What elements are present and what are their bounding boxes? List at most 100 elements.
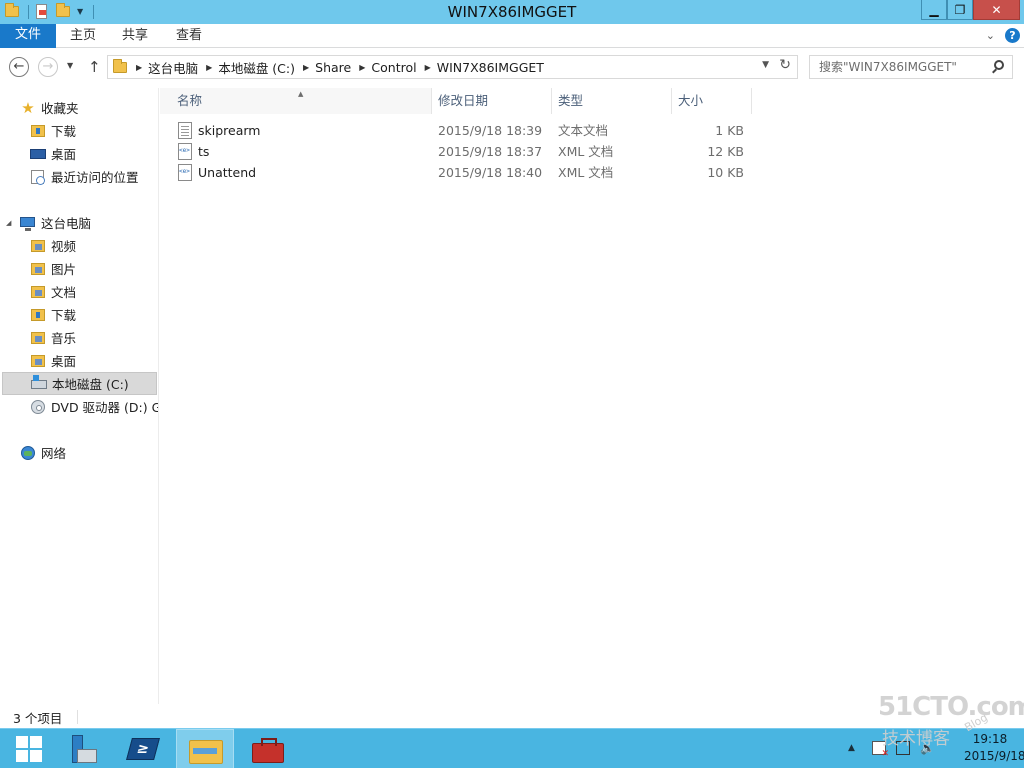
sidebar-item-label: 本地磁盘 (C:) bbox=[52, 377, 129, 392]
address-history-icon[interactable]: ▼ bbox=[762, 60, 769, 70]
breadcrumb-this-pc[interactable]: 这台电脑 bbox=[148, 58, 198, 77]
sidebar-item-videos[interactable]: 视频 bbox=[0, 234, 158, 257]
show-hidden-icons-icon[interactable]: ▲ bbox=[848, 743, 855, 753]
breadcrumb-separator-icon[interactable]: ▶ bbox=[425, 63, 431, 72]
breadcrumb-separator-icon[interactable]: ▶ bbox=[303, 63, 309, 72]
collapse-chevron-icon[interactable]: ◢ bbox=[6, 219, 11, 227]
minimize-button[interactable]: ▁ bbox=[921, 0, 947, 20]
sidebar-item-favorites[interactable]: ★ 收藏夹 bbox=[0, 96, 158, 119]
close-button[interactable]: ✕ bbox=[973, 0, 1020, 20]
recent-locations-icon[interactable]: ▼ bbox=[67, 61, 73, 70]
tab-view[interactable]: 查看 bbox=[176, 24, 202, 48]
pane-splitter[interactable] bbox=[158, 88, 159, 704]
customize-qat-icon[interactable]: ▼ bbox=[77, 3, 87, 21]
column-header-size[interactable]: 大小 bbox=[672, 88, 752, 114]
sidebar-item-label: 视频 bbox=[51, 239, 77, 254]
sidebar-item-label: 网络 bbox=[41, 446, 67, 461]
new-folder-icon[interactable] bbox=[55, 3, 73, 21]
expand-ribbon-icon[interactable]: ⌄ bbox=[986, 29, 995, 42]
music-folder-icon bbox=[30, 330, 46, 346]
status-bar: 3 个项目 bbox=[0, 704, 1024, 728]
breadcrumb-control[interactable]: Control bbox=[371, 60, 416, 75]
navigation-pane: ★ 收藏夹 下载 桌面 最近访问的位置 ◢ 这台电脑 视频 图片 文档 下载 音… bbox=[0, 88, 158, 704]
videos-folder-icon bbox=[30, 238, 46, 254]
watermark: 51CTO.com 技术博客 Blog bbox=[878, 692, 1024, 752]
file-row[interactable]: skiprearm 2015/9/18 18:39 文本文档 1 KB bbox=[174, 120, 752, 141]
watermark-logo: 51CTO.com bbox=[878, 692, 1024, 722]
sidebar-item-pictures[interactable]: 图片 bbox=[0, 257, 158, 280]
sidebar-item-local-disk[interactable]: 本地磁盘 (C:) bbox=[2, 372, 157, 395]
breadcrumb-separator-icon[interactable]: ▶ bbox=[359, 63, 365, 72]
file-date: 2015/9/18 18:37 bbox=[438, 144, 543, 159]
breadcrumb-share[interactable]: Share bbox=[315, 60, 351, 75]
item-count: 3 个项目 bbox=[13, 711, 63, 726]
local-disk-icon bbox=[31, 374, 47, 392]
search-input[interactable] bbox=[819, 56, 989, 78]
refresh-icon[interactable]: ↻ bbox=[779, 57, 791, 73]
breadcrumb-current-folder[interactable]: WIN7X86IMGGET bbox=[437, 60, 544, 75]
dvd-drive-icon bbox=[30, 399, 46, 415]
forward-button[interactable]: → bbox=[38, 57, 58, 77]
breadcrumb-local-disk[interactable]: 本地磁盘 (C:) bbox=[218, 58, 295, 77]
address-bar[interactable]: ▶ 这台电脑 ▶ 本地磁盘 (C:) ▶ Share ▶ Control ▶ W… bbox=[107, 55, 798, 79]
sidebar-item-label: 最近访问的位置 bbox=[51, 170, 139, 185]
file-date: 2015/9/18 18:40 bbox=[438, 165, 543, 180]
file-name: skiprearm bbox=[198, 123, 261, 138]
sidebar-item-documents[interactable]: 文档 bbox=[0, 280, 158, 303]
tab-home[interactable]: 主页 bbox=[70, 24, 96, 48]
column-header-date[interactable]: 修改日期 bbox=[432, 88, 552, 114]
sidebar-item-desktop[interactable]: 桌面 bbox=[0, 142, 158, 165]
start-button[interactable] bbox=[0, 729, 58, 768]
sidebar-item-label: 图片 bbox=[51, 262, 77, 277]
search-icon[interactable] bbox=[994, 60, 1004, 70]
file-row[interactable]: ts 2015/9/18 18:37 XML 文档 12 KB bbox=[174, 141, 752, 162]
sidebar-item-label: 这台电脑 bbox=[41, 216, 92, 231]
properties-icon[interactable] bbox=[33, 3, 51, 21]
star-icon: ★ bbox=[21, 98, 35, 117]
sidebar-item-network[interactable]: 网络 bbox=[0, 441, 158, 464]
server-manager-icon bbox=[66, 734, 97, 764]
taskbar-file-explorer[interactable] bbox=[176, 729, 234, 768]
file-size: 1 KB bbox=[715, 123, 744, 138]
file-size: 10 KB bbox=[707, 165, 744, 180]
sidebar-item-this-pc[interactable]: ◢ 这台电脑 bbox=[0, 211, 158, 234]
title-bar: ▼ WIN7X86IMGGET ▁ ❐ ✕ bbox=[0, 0, 1024, 24]
powershell-icon: ≥ bbox=[126, 738, 160, 760]
back-button[interactable]: ← bbox=[9, 57, 29, 77]
quick-access-toolbar: ▼ bbox=[0, 3, 94, 21]
restore-button[interactable]: ❐ bbox=[947, 0, 973, 20]
sidebar-item-label: 桌面 bbox=[51, 147, 77, 162]
file-type: XML 文档 bbox=[558, 144, 614, 159]
help-icon[interactable]: ? bbox=[1005, 28, 1020, 43]
sidebar-item-music[interactable]: 音乐 bbox=[0, 326, 158, 349]
tab-share[interactable]: 共享 bbox=[122, 24, 148, 48]
column-header-name[interactable]: ▲ 名称 bbox=[160, 88, 432, 114]
taskbar-toolbox[interactable] bbox=[238, 729, 296, 768]
taskbar-powershell[interactable]: ≥ bbox=[114, 729, 172, 768]
sort-ascending-icon: ▲ bbox=[298, 90, 304, 98]
computer-icon bbox=[20, 215, 36, 231]
sidebar-item-dvd-drive[interactable]: DVD 驱动器 (D:) GS bbox=[0, 395, 158, 418]
file-row[interactable]: Unattend 2015/9/18 18:40 XML 文档 10 KB bbox=[174, 162, 752, 183]
taskbar-server-manager[interactable] bbox=[52, 729, 110, 768]
breadcrumb-separator-icon[interactable]: ▶ bbox=[206, 63, 212, 72]
downloads-folder-icon bbox=[30, 123, 46, 139]
breadcrumb-separator-icon[interactable]: ▶ bbox=[136, 63, 142, 72]
file-size: 12 KB bbox=[707, 144, 744, 159]
sidebar-item-label: 文档 bbox=[51, 285, 77, 300]
sidebar-item-downloads[interactable]: 下载 bbox=[0, 119, 158, 142]
ribbon: 文件 主页 共享 查看 ⌄ ? bbox=[0, 24, 1024, 48]
windows-logo-icon bbox=[16, 736, 42, 762]
window-controls: ▁ ❐ ✕ bbox=[921, 0, 1020, 20]
sidebar-item-recent-places[interactable]: 最近访问的位置 bbox=[0, 165, 158, 188]
documents-folder-icon bbox=[30, 284, 46, 300]
sidebar-item-downloads-pc[interactable]: 下载 bbox=[0, 303, 158, 326]
status-separator bbox=[77, 710, 78, 724]
sidebar-item-label: 收藏夹 bbox=[41, 101, 79, 116]
up-button[interactable]: ↑ bbox=[88, 58, 101, 76]
tab-file[interactable]: 文件 bbox=[0, 24, 56, 48]
sidebar-item-desktop-pc[interactable]: 桌面 bbox=[0, 349, 158, 372]
watermark-subtitle: 技术博客 bbox=[882, 729, 950, 749]
search-box[interactable] bbox=[809, 55, 1013, 79]
column-header-type[interactable]: 类型 bbox=[552, 88, 672, 114]
